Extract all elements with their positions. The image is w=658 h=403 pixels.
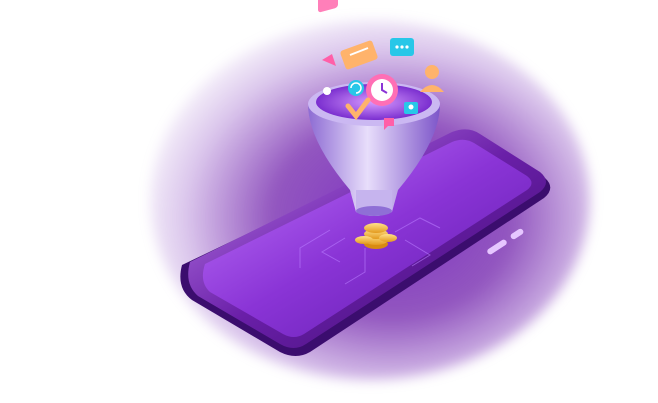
chat-bubble-icon [340, 40, 378, 70]
phone-side-button [510, 228, 524, 240]
clock-icon [366, 74, 398, 106]
phone-side-button [487, 239, 507, 255]
message-icon [390, 38, 414, 56]
user-icon [318, 0, 338, 95]
small-user-icon [404, 102, 418, 114]
refresh-icon [348, 80, 364, 96]
person-icon [420, 65, 444, 92]
scene [0, 0, 658, 403]
illustration [180, 0, 551, 356]
small-tag-icon [322, 54, 336, 66]
